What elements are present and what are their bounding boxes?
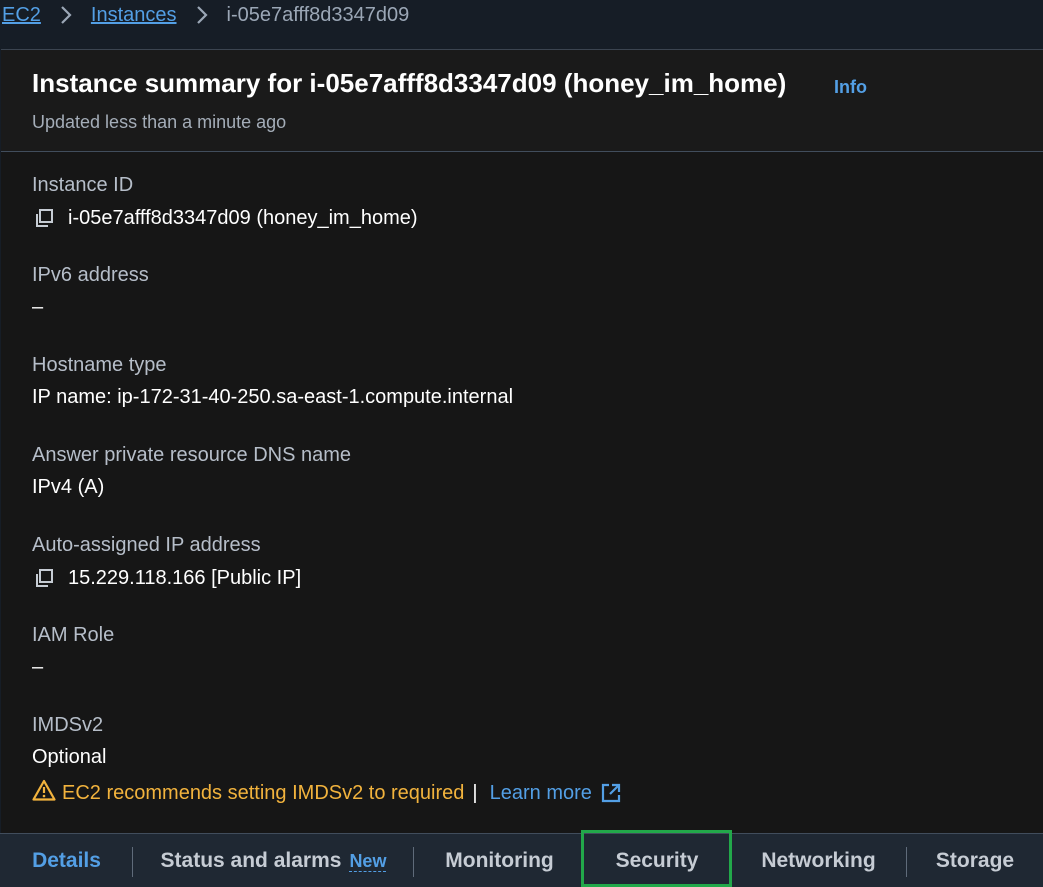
copy-icon[interactable] xyxy=(32,206,56,230)
tab-networking-label: Networking xyxy=(761,849,876,872)
copy-icon[interactable] xyxy=(32,566,56,590)
learn-more-label: Learn more xyxy=(489,781,592,804)
tab-storage-label: Storage xyxy=(935,849,1015,872)
instance-id-text: i-05e7afff8d3347d09 (honey_im_home) xyxy=(68,206,418,229)
imdsv2-value: Optional xyxy=(32,746,107,768)
info-link[interactable]: Info xyxy=(834,77,867,98)
dns-name-value: IPv4 (A) xyxy=(32,476,105,498)
breadcrumb-instances-link[interactable]: Instances xyxy=(91,4,177,27)
tab-security-label: Security xyxy=(615,849,699,872)
chevron-right-icon xyxy=(177,0,227,30)
hostname-type-value: IP name: ip-172-31-40-250.sa-east-1.comp… xyxy=(32,386,514,408)
ec2-instance-page: EC2 Instances i-05e7afff8d3347d09 Instan… xyxy=(0,0,1043,887)
warning-separator: | xyxy=(472,781,478,804)
external-link-icon xyxy=(601,783,620,803)
auto-ip-value: 15.229.118.166 [Public IP] xyxy=(26,566,301,590)
instance-summary-panel: Instance summary for i-05e7afff8d3347d09… xyxy=(1,49,1043,887)
instance-id-value: i-05e7afff8d3347d09 (honey_im_home) xyxy=(26,206,418,230)
tab-monitoring[interactable]: Monitoring xyxy=(414,834,585,887)
new-badge: New xyxy=(349,850,387,872)
ipv6-label: IPv6 address xyxy=(32,264,149,286)
tab-status-and-alarms[interactable]: Status and alarms New xyxy=(133,834,414,887)
chevron-right-icon xyxy=(41,0,91,30)
tab-storage[interactable]: Storage xyxy=(907,834,1043,887)
warning-text: EC2 recommends setting IMDSv2 to require… xyxy=(62,781,465,804)
tab-details-label: Details xyxy=(32,849,101,872)
breadcrumb-ec2-link[interactable]: EC2 xyxy=(2,4,41,27)
tab-networking[interactable]: Networking xyxy=(731,834,906,887)
breadcrumb: EC2 Instances i-05e7afff8d3347d09 xyxy=(0,0,1043,30)
tab-security[interactable]: Security xyxy=(585,834,729,887)
page-title: Instance summary for i-05e7afff8d3347d09… xyxy=(32,68,787,98)
breadcrumb-current: i-05e7afff8d3347d09 xyxy=(226,3,410,26)
last-updated-text: Updated less than a minute ago xyxy=(32,112,287,132)
auto-ip-text: 15.229.118.166 [Public IP] xyxy=(68,566,302,589)
instance-tabs: Details Status and alarms New Monitoring… xyxy=(0,833,1043,887)
hostname-type-label: Hostname type xyxy=(32,354,167,376)
warning-icon xyxy=(32,779,56,807)
tab-details[interactable]: Details xyxy=(0,834,133,887)
learn-more-link[interactable]: Learn more xyxy=(490,782,622,805)
panel-header: Instance summary for i-05e7afff8d3347d09… xyxy=(1,50,1043,152)
iam-role-label: IAM Role xyxy=(32,624,115,646)
dns-name-label: Answer private resource DNS name xyxy=(32,444,352,466)
ipv6-value: – xyxy=(32,296,44,318)
tab-monitoring-label: Monitoring xyxy=(445,849,554,872)
imdsv2-label: IMDSv2 xyxy=(32,714,104,736)
imdsv2-warning: EC2 recommends setting IMDSv2 to require… xyxy=(32,779,622,807)
iam-role-value: – xyxy=(32,656,44,678)
instance-id-label: Instance ID xyxy=(32,174,134,196)
tab-status-label: Status and alarms xyxy=(160,849,342,872)
auto-ip-label: Auto-assigned IP address xyxy=(32,534,261,556)
